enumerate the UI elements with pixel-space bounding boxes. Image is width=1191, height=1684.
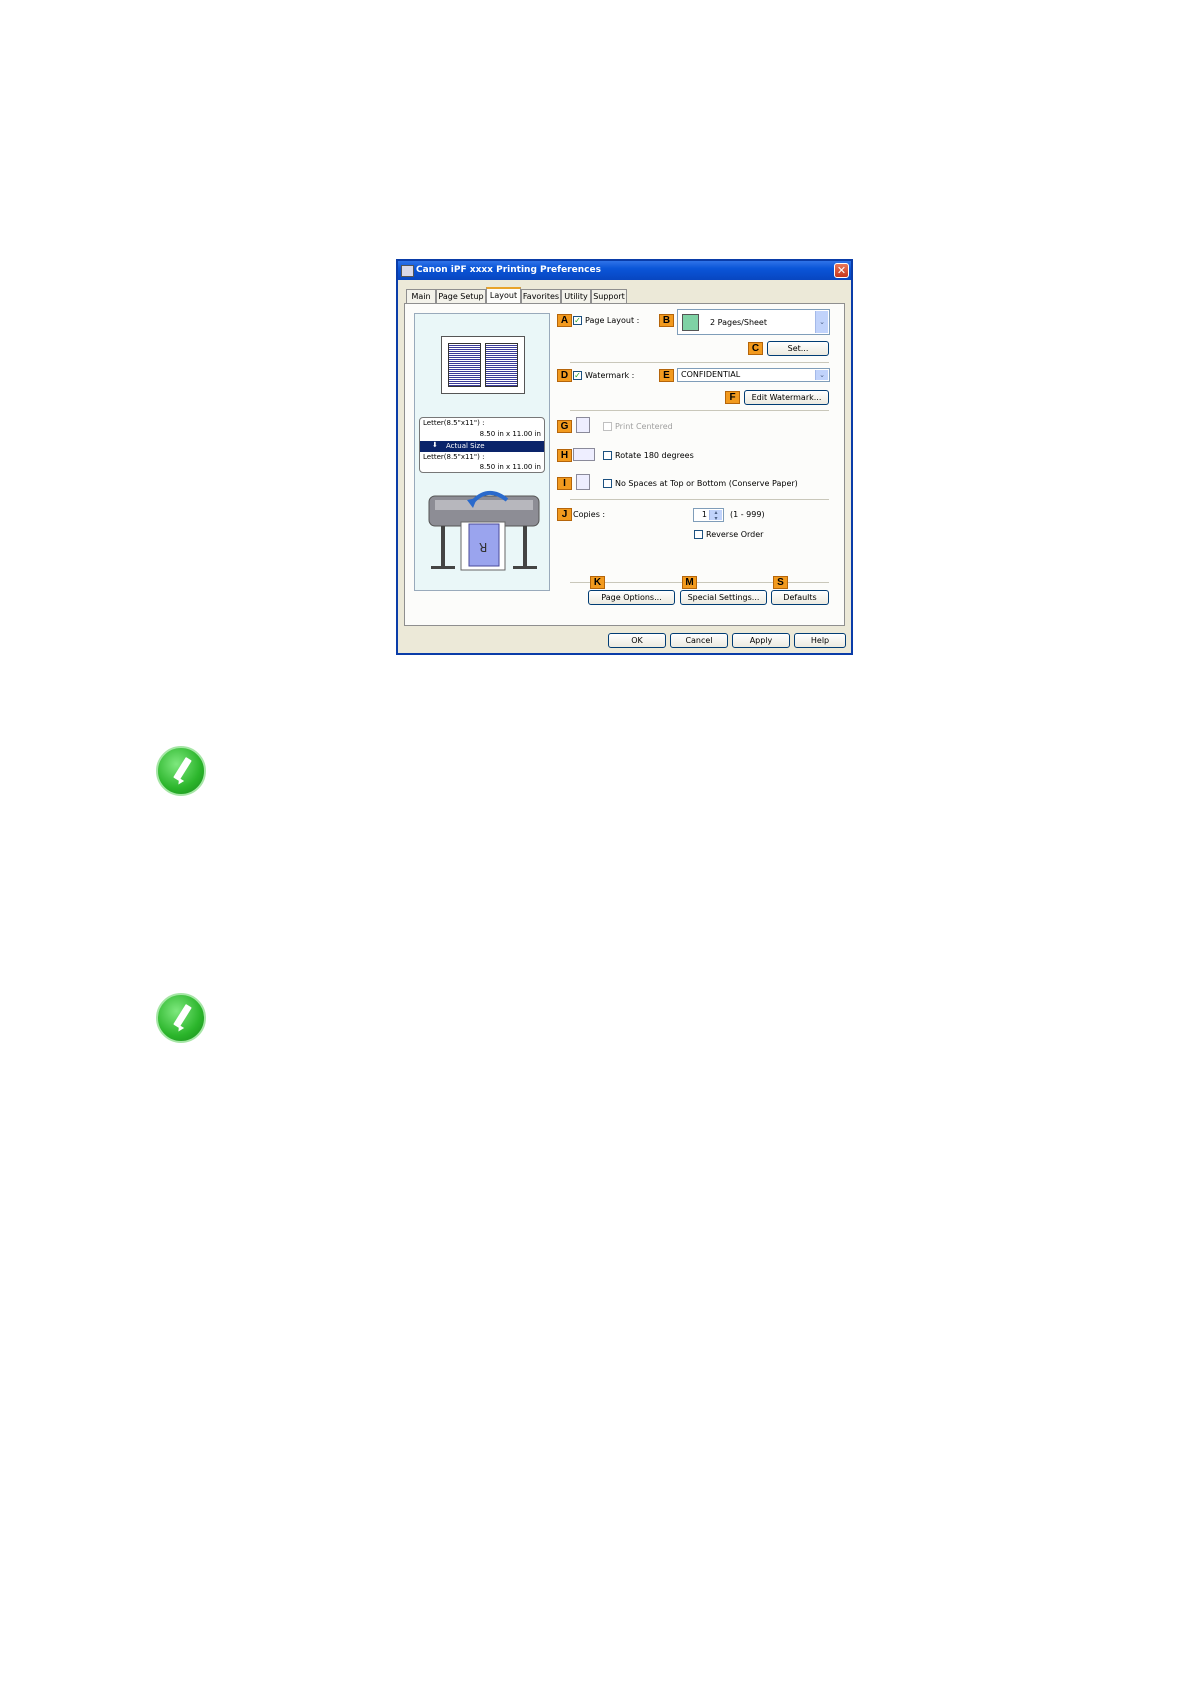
- output-size-label: Letter(8.5"x11") :: [423, 453, 485, 461]
- dialog-titlebar[interactable]: Canon iPF xxxx Printing Preferences ✕: [398, 261, 851, 280]
- divider: [570, 499, 829, 500]
- print-centered-checkbox[interactable]: [603, 422, 612, 431]
- special-settings-button[interactable]: Special Settings...: [680, 590, 767, 605]
- preview-page-1: [448, 343, 481, 387]
- tab-support[interactable]: Support: [591, 289, 627, 303]
- rotate-label: Rotate 180 degrees: [615, 451, 694, 460]
- marker-g: G: [557, 420, 572, 433]
- marker-m: M: [682, 576, 697, 589]
- tab-page-setup[interactable]: Page Setup: [436, 289, 486, 303]
- reverse-order-label: Reverse Order: [706, 530, 764, 539]
- tab-favorites[interactable]: Favorites: [521, 289, 561, 303]
- page-layout-select[interactable]: 2 Pages/Sheet ⌄: [677, 309, 830, 335]
- watermark-select[interactable]: CONFIDENTIAL ⌄: [677, 368, 830, 382]
- page-layout-label: Page Layout :: [585, 316, 640, 325]
- page-layout-value: 2 Pages/Sheet: [710, 318, 767, 327]
- marker-h: H: [557, 449, 572, 462]
- apply-button[interactable]: Apply: [732, 633, 790, 648]
- output-size-dims: 8.50 in x 11.00 in: [479, 463, 541, 471]
- scale-label: Actual Size: [446, 442, 485, 450]
- pages-per-sheet-icon: [682, 314, 699, 331]
- preview-page-2: [485, 343, 518, 387]
- divider: [570, 362, 829, 363]
- close-button[interactable]: ✕: [834, 263, 849, 278]
- page-options-button[interactable]: Page Options...: [588, 590, 675, 605]
- printing-preferences-dialog: Canon iPF xxxx Printing Preferences ✕ Ma…: [396, 259, 853, 655]
- marker-k: K: [590, 576, 605, 589]
- spin-arrows-icon[interactable]: ▴ ▾: [709, 510, 722, 522]
- help-button[interactable]: Help: [794, 633, 846, 648]
- divider: [570, 582, 829, 583]
- ok-button[interactable]: OK: [608, 633, 666, 648]
- dialog-title: Canon iPF xxxx Printing Preferences: [416, 265, 601, 275]
- layout-preview-sheet: [441, 336, 525, 394]
- scale-row: ⬇ Actual Size: [420, 441, 544, 452]
- marker-e: E: [659, 369, 674, 382]
- print-centered-icon: [576, 417, 590, 433]
- chevron-down-icon: ⌄: [815, 370, 828, 380]
- marker-j: J: [557, 508, 572, 521]
- defaults-button[interactable]: Defaults: [771, 590, 829, 605]
- chevron-down-icon: ⌄: [815, 311, 828, 333]
- marker-f: F: [725, 391, 740, 404]
- printer-illustration-icon: [428, 491, 540, 571]
- source-size-dims: 8.50 in x 11.00 in: [479, 430, 541, 438]
- rotate-icon: [573, 448, 595, 461]
- copies-range: (1 - 999): [730, 510, 765, 519]
- tab-utility[interactable]: Utility: [561, 289, 591, 303]
- layout-tab-panel: Letter(8.5"x11") : 8.50 in x 11.00 in ⬇ …: [404, 303, 845, 626]
- print-centered-label: Print Centered: [615, 422, 673, 431]
- marker-c: C: [748, 342, 763, 355]
- source-size-label: Letter(8.5"x11") :: [423, 419, 485, 427]
- tab-layout[interactable]: Layout: [486, 287, 521, 304]
- no-spaces-checkbox[interactable]: [603, 479, 612, 488]
- watermark-value: CONFIDENTIAL: [681, 370, 741, 379]
- marker-a: A: [557, 314, 572, 327]
- preview-print-letter: R: [479, 540, 488, 554]
- copies-input[interactable]: 1 ▴ ▾: [693, 508, 724, 522]
- page-layout-checkbox[interactable]: ✓: [573, 316, 582, 325]
- tab-main[interactable]: Main: [406, 289, 436, 303]
- copies-value: 1: [701, 510, 707, 519]
- divider: [570, 410, 829, 411]
- set-button[interactable]: Set...: [767, 341, 829, 356]
- reverse-order-checkbox[interactable]: [694, 530, 703, 539]
- copies-label: Copies :: [573, 510, 606, 519]
- note-pencil-icon: [156, 746, 206, 796]
- size-info-box: Letter(8.5"x11") : 8.50 in x 11.00 in ⬇ …: [419, 417, 545, 473]
- marker-b: B: [659, 314, 674, 327]
- preview-area: Letter(8.5"x11") : 8.50 in x 11.00 in ⬇ …: [414, 313, 550, 591]
- marker-s: S: [773, 576, 788, 589]
- watermark-checkbox[interactable]: ✓: [573, 371, 582, 380]
- down-arrow-icon: ⬇: [432, 441, 438, 449]
- conserve-paper-icon: [576, 474, 590, 490]
- watermark-label: Watermark :: [585, 371, 635, 380]
- printer-icon: [401, 265, 414, 277]
- cancel-button[interactable]: Cancel: [670, 633, 728, 648]
- edit-watermark-button[interactable]: Edit Watermark...: [744, 390, 829, 405]
- note-pencil-icon: [156, 993, 206, 1043]
- no-spaces-label: No Spaces at Top or Bottom (Conserve Pap…: [615, 479, 798, 488]
- marker-d: D: [557, 369, 572, 382]
- marker-i: I: [557, 477, 572, 490]
- rotate-checkbox[interactable]: [603, 451, 612, 460]
